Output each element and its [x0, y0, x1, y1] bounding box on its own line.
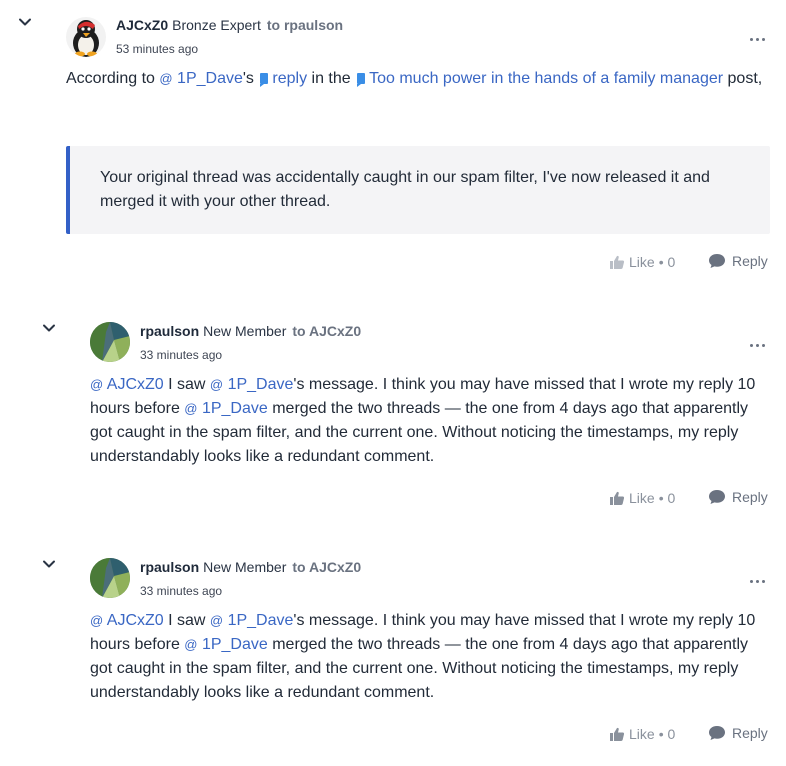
speech-bubble-icon — [708, 725, 726, 741]
at-sign-icon: @ — [209, 613, 224, 628]
mention-link[interactable]: @ 1P_Dave — [210, 376, 293, 393]
to-label: to — [292, 323, 306, 339]
recipient-name[interactable]: AJCxZ0 — [309, 323, 361, 339]
thumbs-up-icon — [609, 254, 625, 270]
mention-link[interactable]: @ 1P_Dave — [159, 70, 242, 87]
comment-body: @ AJCxZ0 I saw @ 1P_Dave's message. I th… — [90, 373, 768, 469]
comment-body: According to @ 1P_Dave's reply in the To… — [66, 67, 766, 91]
at-sign-icon: @ — [209, 377, 224, 392]
at-sign-icon: @ — [90, 613, 104, 628]
to-label: to — [292, 559, 306, 575]
comment-body: @ AJCxZ0 I saw @ 1P_Dave's message. I th… — [90, 609, 768, 705]
avatar[interactable] — [66, 17, 106, 57]
avatar[interactable] — [90, 558, 130, 598]
timestamp: 53 minutes ago — [116, 42, 199, 56]
more-options-icon[interactable] — [750, 340, 770, 350]
author-name[interactable]: rpaulson — [140, 559, 199, 575]
mention-link[interactable]: @ 1P_Dave — [184, 400, 267, 417]
comment-header: AJCxZ0 Bronze Expert to rpaulson — [116, 16, 343, 34]
chevron-down-icon[interactable] — [41, 556, 57, 572]
recipient-name[interactable]: rpaulson — [284, 17, 343, 33]
like-button[interactable]: Like — [609, 726, 655, 742]
mention-link[interactable]: @ 1P_Dave — [184, 636, 267, 653]
author-rank: Bronze Expert — [172, 17, 261, 33]
more-options-icon[interactable] — [750, 576, 770, 586]
avatar[interactable] — [90, 322, 130, 362]
reaction-bar: Like • 0 Reply — [609, 252, 769, 272]
reaction-bar: Like • 0 Reply — [609, 488, 769, 508]
comment-header: rpaulson New Member to AJCxZ0 — [140, 558, 361, 576]
post-flag-icon — [357, 73, 366, 87]
reply-button[interactable]: Reply — [708, 725, 768, 741]
like-button[interactable]: Like — [609, 254, 655, 270]
like-count: • 0 — [658, 726, 676, 742]
post-flag-icon — [260, 73, 269, 87]
author-rank: New Member — [203, 323, 287, 339]
author-rank: New Member — [203, 559, 287, 575]
to-label: to — [266, 17, 281, 33]
speech-bubble-icon — [708, 489, 726, 505]
recipient-name[interactable]: AJCxZ0 — [309, 559, 361, 575]
at-sign-icon: @ — [90, 377, 104, 392]
at-sign-icon: @ — [184, 401, 198, 416]
like-count: • 0 — [658, 254, 676, 270]
thumbs-up-icon — [609, 726, 625, 742]
mention-link[interactable]: @ AJCxZ0 — [90, 376, 164, 393]
chevron-down-icon[interactable] — [41, 320, 57, 336]
speech-bubble-icon — [708, 253, 726, 269]
thumbs-up-icon — [609, 490, 625, 506]
blockquote: Your original thread was accidentally ca… — [66, 146, 770, 234]
timestamp: 33 minutes ago — [140, 584, 223, 598]
chevron-down-icon[interactable] — [17, 14, 33, 30]
reply-link[interactable]: reply — [272, 70, 307, 87]
author-name[interactable]: AJCxZ0 — [116, 17, 168, 33]
quote-text: Your original thread was accidentally ca… — [100, 169, 710, 210]
author-name[interactable]: rpaulson — [140, 323, 199, 339]
comment-header: rpaulson New Member to AJCxZ0 — [140, 322, 361, 340]
reply-button[interactable]: Reply — [708, 489, 768, 505]
timestamp: 33 minutes ago — [140, 348, 223, 362]
reaction-bar: Like • 0 Reply — [609, 724, 769, 744]
mention-link[interactable]: @ 1P_Dave — [210, 612, 293, 629]
at-sign-icon: @ — [184, 637, 198, 652]
more-options-icon[interactable] — [750, 34, 770, 44]
at-sign-icon: @ — [159, 71, 173, 86]
reply-button[interactable]: Reply — [708, 253, 768, 269]
thread-link[interactable]: Too much power in the hands of a family … — [369, 70, 723, 87]
mention-link[interactable]: @ AJCxZ0 — [90, 612, 164, 629]
like-button[interactable]: Like — [609, 490, 655, 506]
like-count: • 0 — [658, 490, 676, 506]
